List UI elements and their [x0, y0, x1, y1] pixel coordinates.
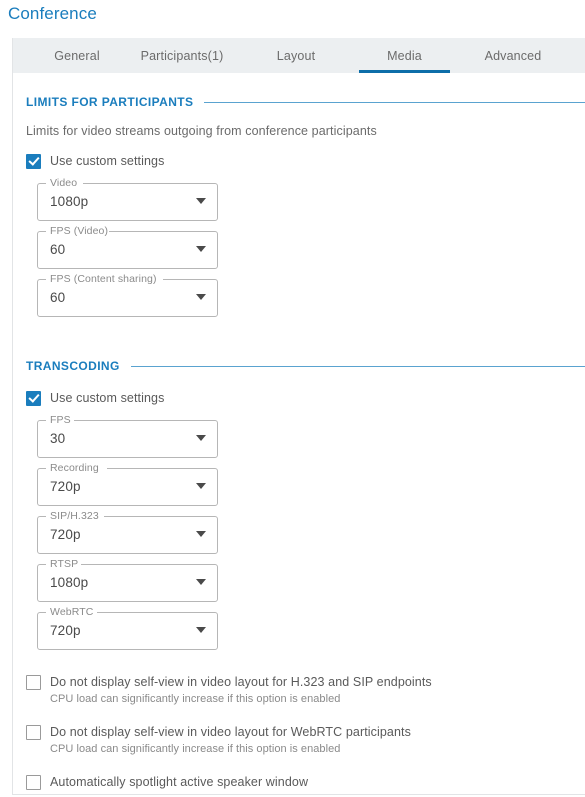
chevron-down-icon[interactable]	[196, 435, 206, 441]
section-rule	[130, 365, 585, 367]
checkbox-selfview-h323-sip-hint: CPU load can significantly increase if t…	[50, 693, 341, 705]
checkbox-selfview-webrtc-hint: CPU load can significantly increase if t…	[50, 743, 341, 755]
tab-advanced[interactable]: Advanced	[458, 38, 568, 73]
checkbox-transcoding-use-custom-label: Use custom settings	[50, 391, 165, 405]
tab-media-label: Media	[387, 48, 422, 63]
option-row-selfview-webrtc[interactable]: Do not display self-view in video layout…	[13, 724, 585, 740]
tab-advanced-label: Advanced	[484, 48, 542, 63]
section-rule	[204, 101, 585, 103]
chevron-down-icon[interactable]	[196, 627, 206, 633]
chevron-down-icon[interactable]	[196, 531, 206, 537]
select-recording-label: Recording	[50, 462, 99, 474]
tab-media[interactable]: Media	[351, 38, 458, 73]
chevron-down-icon[interactable]	[196, 579, 206, 585]
select-webrtc[interactable]: WebRTC 720p	[37, 606, 218, 650]
select-webrtc-value: 720p	[50, 623, 81, 638]
tab-participants-label: Participants(1)	[140, 48, 224, 63]
select-fps-video-label: FPS (Video)	[50, 225, 109, 237]
section-header-transcoding: TRANSCODING	[13, 359, 585, 373]
tab-bar: General Participants(1) Layout Media Adv…	[13, 38, 585, 73]
select-recording-value: 720p	[50, 479, 81, 494]
checkbox-selfview-h323-sip-label: Do not display self-view in video layout…	[50, 675, 432, 689]
section-header-limits: LIMITS FOR PARTICIPANTS	[13, 95, 585, 109]
page-title: Conference	[8, 4, 97, 23]
tab-active-indicator	[359, 70, 450, 73]
select-sip-h323-label: SIP/H.323	[50, 510, 99, 522]
select-fps-content-sharing-label: FPS (Content sharing)	[50, 273, 157, 285]
checkbox-selfview-webrtc[interactable]	[26, 725, 41, 740]
option-row-auto-spotlight[interactable]: Automatically spotlight active speaker w…	[13, 774, 585, 790]
section-title-limits: LIMITS FOR PARTICIPANTS	[26, 95, 194, 109]
chevron-down-icon[interactable]	[196, 294, 206, 300]
chevron-down-icon[interactable]	[196, 483, 206, 489]
checkbox-limits-use-custom-label: Use custom settings	[50, 154, 165, 168]
settings-panel: General Participants(1) Layout Media Adv…	[12, 38, 585, 795]
checkbox-selfview-webrtc-label: Do not display self-view in video layout…	[50, 725, 411, 739]
select-transcoding-fps[interactable]: FPS 30	[37, 414, 218, 458]
select-fps-video[interactable]: FPS (Video) 60	[37, 225, 218, 269]
select-rtsp[interactable]: RTSP 1080p	[37, 558, 218, 602]
section-title-transcoding: TRANSCODING	[26, 359, 120, 373]
checkbox-limits-use-custom[interactable]	[26, 154, 41, 169]
tab-layout[interactable]: Layout	[241, 38, 351, 73]
checkbox-auto-spotlight[interactable]	[26, 775, 41, 790]
chevron-down-icon[interactable]	[196, 198, 206, 204]
select-fps-video-value: 60	[50, 242, 66, 257]
tab-layout-label: Layout	[276, 48, 316, 63]
select-video-label: Video	[50, 177, 78, 189]
checkbox-auto-spotlight-label: Automatically spotlight active speaker w…	[50, 775, 309, 789]
select-video-value: 1080p	[50, 194, 89, 209]
tab-general-label: General	[54, 48, 100, 63]
transcoding-use-custom-row[interactable]: Use custom settings	[13, 390, 585, 406]
select-transcoding-fps-value: 30	[50, 431, 66, 446]
select-sip-h323-value: 720p	[50, 527, 81, 542]
section-description-limits: Limits for video streams outgoing from c…	[26, 124, 377, 138]
select-fps-content-sharing[interactable]: FPS (Content sharing) 60	[37, 273, 218, 317]
limits-use-custom-row[interactable]: Use custom settings	[13, 153, 585, 169]
select-webrtc-label: WebRTC	[50, 606, 94, 618]
select-video[interactable]: Video 1080p	[37, 177, 218, 221]
checkbox-transcoding-use-custom[interactable]	[26, 391, 41, 406]
select-rtsp-value: 1080p	[50, 575, 89, 590]
select-rtsp-label: RTSP	[50, 558, 79, 570]
chevron-down-icon[interactable]	[196, 246, 206, 252]
select-recording[interactable]: Recording 720p	[37, 462, 218, 506]
checkbox-selfview-h323-sip[interactable]	[26, 675, 41, 690]
select-sip-h323[interactable]: SIP/H.323 720p	[37, 510, 218, 554]
media-settings-content: LIMITS FOR PARTICIPANTS Limits for video…	[13, 95, 585, 790]
select-fps-content-sharing-value: 60	[50, 290, 66, 305]
tab-general[interactable]: General	[31, 38, 123, 73]
option-row-selfview-h323[interactable]: Do not display self-view in video layout…	[13, 674, 585, 690]
select-transcoding-fps-label: FPS	[50, 414, 71, 426]
tab-participants[interactable]: Participants(1)	[123, 38, 241, 73]
